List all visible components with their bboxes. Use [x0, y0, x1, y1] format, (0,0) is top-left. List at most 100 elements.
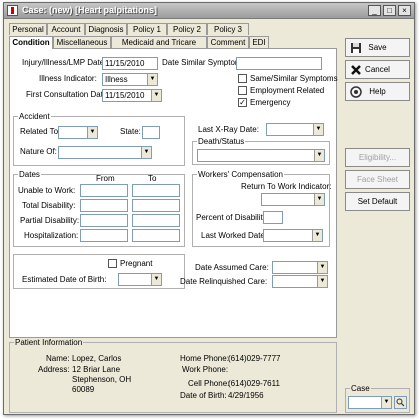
pregnant-checkbox[interactable]	[108, 259, 117, 268]
illness-indicator-select[interactable]: Illness ▼	[102, 73, 158, 86]
dates-from-label: From	[96, 174, 115, 183]
estimated-dob-select[interactable]: ▼	[118, 273, 162, 286]
work-phone-label: Work Phone:	[182, 365, 229, 374]
save-button[interactable]: Save	[345, 38, 410, 57]
pregnant-label: Pregnant	[120, 259, 153, 268]
chevron-down-icon[interactable]: ▼	[317, 276, 327, 287]
partial-disability-from[interactable]	[80, 214, 128, 227]
tab-row-top: Personal Account Diagnosis Policy 1 Poli…	[9, 23, 309, 35]
chevron-down-icon[interactable]: ▼	[314, 150, 324, 161]
patient-info-title: Patient Information	[14, 338, 84, 347]
tab-diagnosis[interactable]: Diagnosis	[85, 23, 127, 35]
chevron-down-icon[interactable]: ▼	[151, 90, 161, 101]
minimize-button[interactable]: _	[368, 5, 381, 16]
emergency-checkbox[interactable]: ✓	[238, 98, 247, 107]
app-icon	[7, 5, 18, 16]
condition-panel: Injury/Illness/LMP Date: 11/15/2010 Date…	[9, 48, 338, 338]
case-select[interactable]: ▼	[348, 396, 392, 409]
injury-date-field[interactable]: 11/15/2010	[102, 57, 158, 70]
date-relinquished-care-select[interactable]: ▼	[272, 275, 328, 288]
same-similar-checkbox[interactable]	[238, 74, 247, 83]
patient-name-label: Name:	[46, 354, 70, 363]
total-disability-to[interactable]	[132, 199, 180, 212]
eligibility-button[interactable]: Eligibility...	[345, 148, 410, 167]
accident-title: Accident	[18, 112, 51, 121]
pregnancy-group: Pregnant Estimated Date of Birth: ▼	[13, 254, 185, 289]
total-disability-from[interactable]	[80, 199, 128, 212]
save-icon	[351, 43, 361, 53]
cancel-button[interactable]: Cancel	[345, 60, 410, 79]
date-assumed-care-label: Date Assumed Care:	[195, 263, 269, 272]
partial-disability-to[interactable]	[132, 214, 180, 227]
same-similar-label: Same/Similar Symptoms	[250, 74, 338, 83]
hospitalization-from[interactable]	[80, 229, 128, 242]
death-status-select[interactable]: ▼	[197, 149, 325, 162]
tab-policy-3[interactable]: Policy 3	[207, 23, 249, 35]
tab-medicaid-tricare[interactable]: Medicaid and Tricare	[111, 36, 207, 48]
dates-group: Dates From To Unable to Work: Total Disa…	[13, 170, 185, 247]
tab-miscellaneous[interactable]: Miscellaneous	[53, 36, 111, 48]
help-icon	[350, 86, 362, 98]
face-sheet-button[interactable]: Face Sheet	[345, 170, 410, 189]
set-default-button[interactable]: Set Default	[345, 192, 410, 211]
cell-phone-value: (614)029-7611	[228, 379, 280, 388]
tab-account[interactable]: Account	[47, 23, 85, 35]
tab-row-bottom: Condition Miscellaneous Medicaid and Tri…	[9, 36, 309, 49]
nature-of-label: Nature Of:	[20, 147, 57, 156]
case-search-button[interactable]	[394, 396, 407, 409]
hospitalization-to[interactable]	[132, 229, 180, 242]
related-to-select[interactable]: ▼	[58, 126, 98, 139]
chevron-down-icon[interactable]: ▼	[313, 124, 323, 135]
nature-of-select[interactable]: ▼	[58, 146, 152, 159]
date-assumed-care-select[interactable]: ▼	[272, 261, 328, 274]
cell-phone-label: Cell Phone:	[188, 379, 230, 388]
injury-date-label: Injury/Illness/LMP Date:	[22, 58, 107, 67]
title-bar[interactable]: Case: (new) [Heart palpitations] _ □ ×	[4, 3, 414, 19]
chevron-down-icon[interactable]: ▼	[312, 230, 322, 241]
workers-comp-title: Workers' Compensation	[197, 170, 284, 179]
dob-label: Date of Birth:	[180, 391, 227, 400]
tab-personal[interactable]: Personal	[9, 23, 47, 35]
patient-address-line1: 12 Briar Lane	[72, 365, 121, 374]
dob-value: 4/29/1956	[228, 391, 264, 400]
close-button[interactable]: ×	[398, 5, 411, 16]
last-xray-select[interactable]: ▼	[266, 123, 324, 136]
date-relinquished-care-label: Date Relinquished Care:	[180, 277, 268, 286]
tab-edi[interactable]: EDI	[249, 36, 269, 48]
first-consult-label: First Consultation Date:	[26, 90, 110, 99]
return-to-work-select[interactable]: ▼	[261, 193, 325, 206]
unable-to-work-to[interactable]	[132, 184, 180, 197]
percent-disability-field[interactable]	[263, 211, 283, 224]
chevron-down-icon[interactable]: ▼	[141, 147, 151, 158]
help-button[interactable]: Help	[345, 82, 410, 101]
similar-symptoms-label: Date Similar Symptoms:	[162, 58, 248, 67]
estimated-dob-label: Estimated Date of Birth:	[22, 275, 107, 284]
tab-condition[interactable]: Condition	[9, 36, 53, 49]
tab-policy-2[interactable]: Policy 2	[167, 23, 207, 35]
window-title: Case: (new) [Heart palpitations]	[22, 5, 158, 15]
chevron-down-icon[interactable]: ▼	[381, 397, 391, 408]
chevron-down-icon[interactable]: ▼	[151, 274, 161, 285]
similar-symptoms-field[interactable]	[236, 57, 322, 70]
maximize-button[interactable]: □	[383, 5, 396, 16]
state-field[interactable]	[142, 126, 160, 139]
search-icon	[396, 398, 405, 407]
chevron-down-icon[interactable]: ▼	[87, 127, 97, 138]
illness-indicator-label: Illness Indicator:	[39, 74, 97, 83]
tab-policy-1[interactable]: Policy 1	[127, 23, 167, 35]
patient-address-line2: Stephenson, OH	[72, 375, 132, 384]
unable-to-work-from[interactable]	[80, 184, 128, 197]
check-icon: ✓	[239, 98, 246, 107]
dates-title: Dates	[18, 170, 41, 179]
case-title: Case	[350, 384, 371, 393]
first-consult-field[interactable]: 11/15/2010 ▼	[102, 89, 162, 102]
tab-comment[interactable]: Comment	[207, 36, 249, 48]
chevron-down-icon[interactable]: ▼	[317, 262, 327, 273]
chevron-down-icon[interactable]: ▼	[147, 74, 157, 85]
chevron-down-icon[interactable]: ▼	[314, 194, 324, 205]
return-to-work-label: Return To Work Indicator:	[241, 182, 332, 191]
employment-related-checkbox[interactable]	[238, 86, 247, 95]
dates-to-label: To	[148, 174, 157, 183]
last-worked-select[interactable]: ▼	[263, 229, 323, 242]
percent-disability-label: Percent of Disability:	[196, 213, 269, 222]
